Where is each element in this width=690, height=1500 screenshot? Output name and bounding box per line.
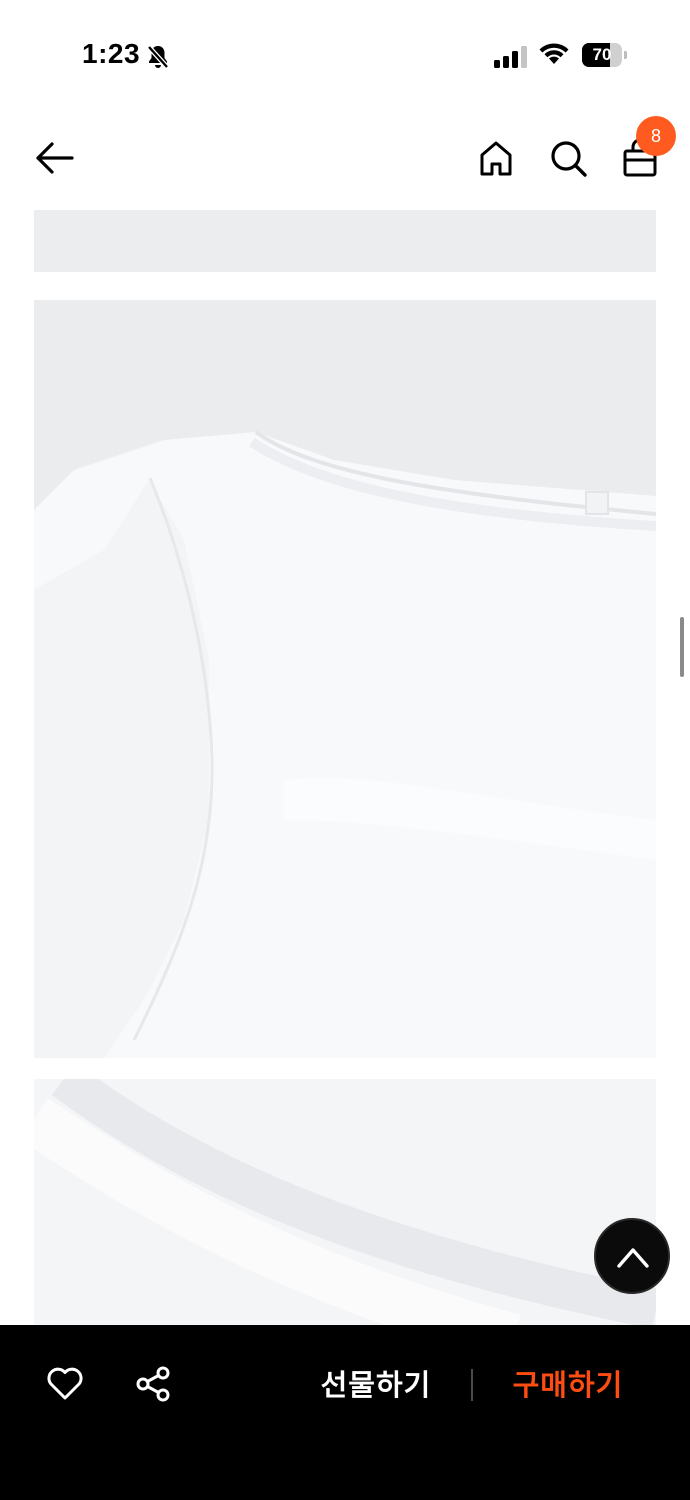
product-image-shirt-neckline <box>34 300 656 1058</box>
status-time: 1:23 <box>82 38 141 69</box>
bell-slash-icon <box>147 45 169 69</box>
heart-icon[interactable] <box>46 1365 84 1401</box>
battery-icon: 70 <box>582 43 627 67</box>
search-icon[interactable] <box>548 138 588 178</box>
product-image-partial-top <box>34 210 656 272</box>
battery-level: 70 <box>592 45 612 64</box>
buy-button[interactable]: 구매하기 <box>492 1363 644 1409</box>
bar-divider <box>471 1369 473 1401</box>
product-image-fabric-detail <box>34 1079 656 1326</box>
scroll-to-top-button[interactable] <box>594 1218 670 1294</box>
share-icon[interactable] <box>134 1365 172 1403</box>
chevron-up-icon <box>617 1248 649 1268</box>
gift-button[interactable]: 선물하기 <box>300 1363 452 1409</box>
status-bar: 1:23 70 <box>0 0 690 110</box>
wifi-icon <box>539 43 569 64</box>
cart-count-badge: 8 <box>636 116 676 156</box>
scroll-indicator[interactable] <box>680 617 684 677</box>
arrow-left-icon[interactable] <box>30 138 76 178</box>
bottom-action-bar: 선물하기 구매하기 <box>0 1325 690 1500</box>
app-header <box>0 110 690 206</box>
cellular-signal-icon <box>494 46 527 68</box>
product-detail-content <box>0 206 690 1326</box>
home-icon[interactable] <box>476 138 516 178</box>
